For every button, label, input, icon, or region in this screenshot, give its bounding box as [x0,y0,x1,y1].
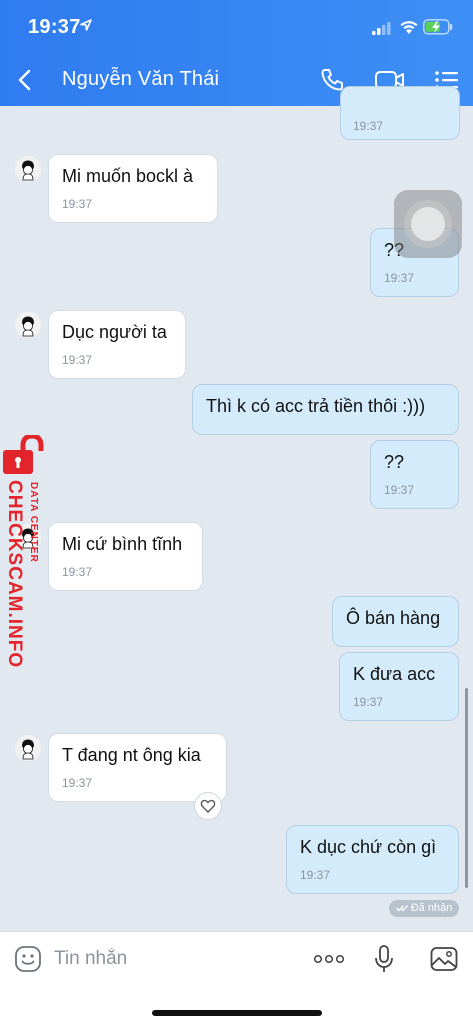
status-time: 19:37 [28,16,81,38]
received-status-text: Đã nhận [410,902,453,914]
wifi-icon [400,21,418,34]
react-heart-button[interactable] [194,792,222,820]
cellular-signal-icon [372,22,391,35]
message-time: 19:37 [62,776,93,790]
message-input[interactable] [54,944,284,974]
contact-name[interactable]: Nguyễn Văn Thái [62,68,219,91]
message-bubble-outgoing[interactable]: Thì k có acc trả tiền thôi :))) [192,384,459,435]
message-bubble-incoming[interactable]: Mi cứ bình tĩnh 19:37 [48,522,203,591]
double-check-icon [395,905,408,912]
message-bubble-outgoing[interactable]: 19:37 [340,86,460,140]
avatar-image [15,735,41,761]
message-bubble-outgoing[interactable]: ?? 19:37 [370,440,459,509]
message-time: 19:37 [62,353,93,367]
home-indicator[interactable] [152,1010,322,1016]
message-time: 19:37 [62,565,93,579]
location-arrow-icon [80,19,92,31]
message-bubble-outgoing[interactable]: K dục chứ còn gì 19:37 [286,825,459,894]
scrollbar-thumb[interactable] [465,688,468,888]
message-bubble-incoming[interactable]: Dục người ta 19:37 [48,310,186,379]
message-time: 19:37 [300,868,331,882]
battery-charging-icon [423,19,453,35]
avatar-image [15,312,41,338]
emoji-icon[interactable] [14,945,42,973]
contact-avatar[interactable] [15,156,41,182]
message-time: 19:37 [384,271,415,285]
watermark-sub-text: DATA CENTER [28,482,39,563]
bottom-safe-area [0,986,473,1024]
chat-screen: 19:37 Nguyễn Văn Thái 19:37 Mi muốn bock… [0,0,473,1024]
received-status-badge: Đã nhận [389,900,459,917]
message-time: 19:37 [353,119,384,133]
more-options-icon[interactable] [313,954,345,964]
message-bubble-incoming[interactable]: T đang nt ông kia 19:37 [48,733,227,802]
back-arrow-icon[interactable] [15,68,37,92]
image-gallery-icon[interactable] [430,946,458,972]
message-bubble-outgoing[interactable]: K đưa acc 19:37 [339,652,459,721]
microphone-icon[interactable] [372,944,396,974]
assistive-touch-button[interactable] [394,190,462,258]
message-time: 19:37 [384,483,415,497]
contact-avatar[interactable] [15,312,41,338]
contact-avatar[interactable] [15,735,41,761]
watermark-main-text: CHECKSCAM.INFO [4,480,25,669]
message-bubble-outgoing[interactable]: Ô bán hàng [332,596,459,647]
avatar-image [15,156,41,182]
message-time: 19:37 [353,695,384,709]
lock-icon [3,435,44,474]
message-input-bar [0,931,473,986]
message-bubble-incoming[interactable]: Mi muốn bockl à 19:37 [48,154,218,223]
heart-icon [200,799,216,813]
assistive-touch-center [411,207,445,241]
message-time: 19:37 [62,197,93,211]
